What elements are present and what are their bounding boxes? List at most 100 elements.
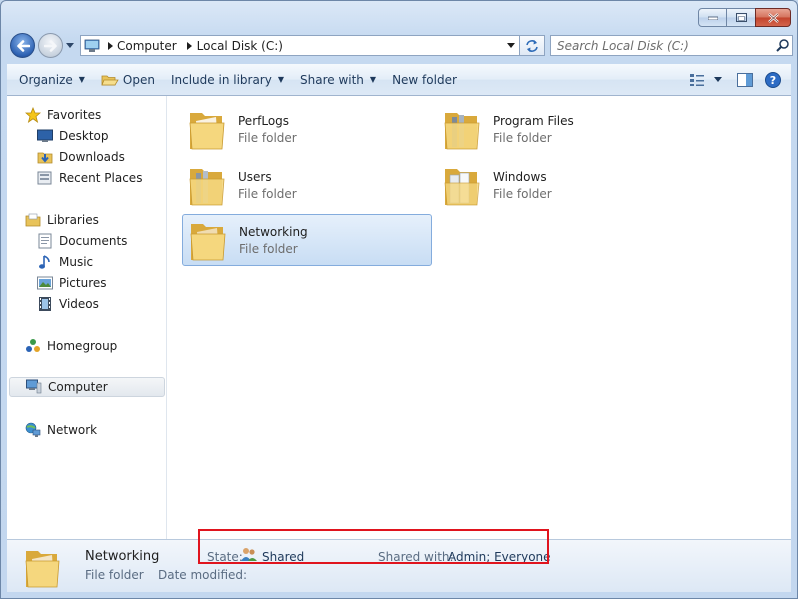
folder-item-program-files[interactable]: Program Files File folder	[437, 103, 687, 155]
network-icon	[25, 422, 41, 438]
folder-text: Networking File folder	[239, 225, 308, 256]
open-label: Open	[122, 72, 155, 87]
breadcrumb-local-disk[interactable]: Local Disk (C:)	[197, 39, 283, 53]
refresh-icon	[526, 39, 538, 52]
sidebar-item-desktop[interactable]: Desktop	[37, 126, 109, 146]
help-button[interactable]: ?	[759, 64, 787, 95]
file-list: PerfLogs File folder Program Files File …	[167, 96, 791, 540]
folder-icon	[444, 113, 480, 150]
back-arrow-icon	[16, 39, 30, 52]
minimize-button[interactable]	[698, 8, 727, 27]
libraries-icon	[25, 212, 41, 228]
sidebar-item-label: Music	[59, 255, 94, 269]
sidebar-item-label: Homegroup	[47, 339, 118, 353]
change-view-button[interactable]	[683, 64, 711, 95]
details-name: Networking	[85, 549, 160, 564]
folder-text: Program Files File folder	[493, 114, 574, 145]
sidebar-item-videos[interactable]: Videos	[37, 294, 99, 314]
folder-text: Users File folder	[238, 170, 297, 201]
share-with-label: Share with	[300, 72, 364, 87]
folder-name: Program Files	[493, 113, 574, 128]
breadcrumb-computer[interactable]: Computer	[117, 39, 177, 53]
computer-location-icon	[81, 39, 103, 53]
svg-text:?: ?	[770, 74, 776, 87]
sidebar-item-libraries[interactable]: Libraries	[25, 210, 99, 230]
folder-name: Users	[238, 169, 272, 184]
address-dropdown[interactable]	[503, 36, 519, 55]
forward-arrow-icon	[43, 39, 57, 52]
folder-icon	[189, 113, 225, 150]
folder-item-perflogs[interactable]: PerfLogs File folder	[182, 103, 432, 155]
chevron-down-icon: ▼	[277, 75, 284, 84]
folder-name: Networking	[239, 224, 308, 239]
view-options-dropdown[interactable]	[711, 64, 725, 95]
forward-button[interactable]	[38, 33, 63, 58]
sidebar-item-homegroup[interactable]: Homegroup	[25, 336, 117, 356]
explorer-window: Computer Local Disk (C:) Search Local Di…	[0, 0, 798, 599]
sidebar-item-label: Computer	[48, 380, 108, 394]
sidebar-item-label: Desktop	[59, 129, 109, 143]
maximize-button[interactable]	[726, 8, 756, 27]
new-folder-button[interactable]: New folder	[384, 64, 465, 95]
sidebar-item-favorites[interactable]: Favorites	[25, 105, 101, 125]
navigation-bar: Computer Local Disk (C:) Search Local Di…	[7, 32, 793, 60]
sidebar-item-label: Recent Places	[59, 171, 143, 185]
folder-name: Windows	[493, 169, 547, 184]
folder-name: PerfLogs	[238, 113, 290, 128]
annotation-highlight-box	[198, 529, 549, 564]
back-button[interactable]	[10, 33, 35, 58]
address-bar[interactable]: Computer Local Disk (C:)	[80, 35, 520, 56]
folder-type: File folder	[493, 130, 552, 145]
breadcrumb-separator-icon[interactable]	[183, 41, 197, 50]
documents-icon	[37, 233, 53, 249]
sidebar-item-label: Libraries	[47, 213, 99, 227]
sidebar-item-label: Favorites	[47, 108, 102, 122]
minimize-icon	[707, 16, 718, 20]
sidebar-item-documents[interactable]: Documents	[37, 231, 127, 251]
organize-label: Organize	[19, 72, 73, 87]
folder-item-windows[interactable]: Windows File folder	[437, 159, 687, 211]
navigation-pane: Favorites Desktop Downloads Recent Place…	[7, 96, 167, 540]
computer-icon	[26, 379, 42, 395]
sidebar-item-pictures[interactable]: Pictures	[37, 273, 107, 293]
close-button[interactable]	[755, 8, 791, 27]
videos-icon	[37, 296, 53, 312]
chevron-down-icon	[507, 43, 515, 48]
sidebar-item-network[interactable]: Network	[25, 420, 97, 440]
sidebar-item-label: Network	[47, 423, 98, 437]
folder-icon	[25, 551, 60, 588]
sidebar-item-recent-places[interactable]: Recent Places	[37, 168, 142, 188]
preview-pane-button[interactable]	[731, 64, 759, 95]
search-icon[interactable]	[772, 39, 792, 52]
chevron-down-icon: ▼	[369, 75, 377, 84]
organize-button[interactable]: Organize ▼	[7, 64, 93, 95]
open-button[interactable]: Open	[93, 64, 163, 95]
recent-pages-dropdown[interactable]	[65, 39, 75, 51]
close-icon	[767, 12, 779, 23]
sidebar-item-label: Downloads	[59, 150, 125, 164]
maximize-icon	[735, 13, 747, 22]
preview-pane-icon	[737, 72, 753, 87]
chevron-down-icon: ▼	[78, 75, 85, 84]
help-icon: ?	[765, 71, 781, 88]
folder-icon	[189, 169, 225, 206]
refresh-button[interactable]	[519, 35, 545, 56]
pictures-icon	[37, 275, 53, 291]
breadcrumb-separator-icon[interactable]	[103, 41, 117, 50]
sidebar-item-label: Documents	[59, 234, 128, 248]
command-bar: Organize ▼ Open Include in library ▼ Sha…	[7, 64, 791, 96]
folder-item-networking[interactable]: Networking File folder	[182, 214, 432, 266]
folder-type: File folder	[238, 130, 297, 145]
include-in-library-button[interactable]: Include in library ▼	[163, 64, 292, 95]
chevron-down-icon	[714, 77, 722, 82]
folder-item-users[interactable]: Users File folder	[182, 159, 432, 211]
sidebar-item-computer[interactable]: Computer	[9, 377, 165, 397]
share-with-button[interactable]: Share with ▼	[292, 64, 384, 95]
sidebar-item-music[interactable]: Music	[37, 252, 93, 272]
include-in-library-label: Include in library	[170, 72, 272, 87]
sidebar-item-downloads[interactable]: Downloads	[37, 147, 125, 167]
details-type: File folder	[85, 568, 144, 582]
search-input[interactable]: Search Local Disk (C:)	[550, 35, 793, 56]
downloads-icon	[37, 149, 53, 165]
folder-icon	[444, 169, 480, 206]
